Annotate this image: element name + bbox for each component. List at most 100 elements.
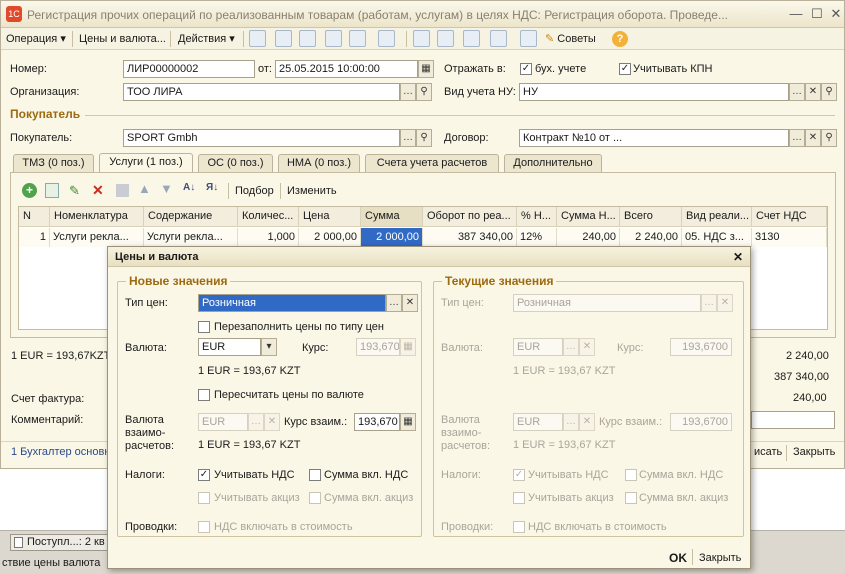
move-up-icon[interactable]: ▲ (138, 181, 151, 196)
excise-included-checkbox[interactable] (309, 492, 321, 504)
tab-additional[interactable]: Дополнительно (504, 154, 602, 172)
table-cell[interactable]: 3130 (752, 228, 827, 247)
cur-rate-field[interactable]: 193,6700 (670, 338, 732, 356)
select-ellipsis-icon[interactable]: … (386, 294, 402, 312)
table-cell[interactable]: 1,000 (238, 228, 299, 247)
delete-row-icon[interactable]: ✕ (92, 182, 104, 199)
actions-menu[interactable]: Действия ▾ (178, 31, 235, 47)
select-ellipsis-icon[interactable]: … (789, 129, 805, 147)
move-down-icon[interactable]: ▼ (160, 181, 173, 196)
tab-tmz[interactable]: ТМЗ (0 поз.) (13, 154, 94, 172)
clear-icon[interactable]: ✕ (402, 294, 418, 312)
column-header[interactable]: N (19, 207, 50, 227)
cur-settle-currency-field[interactable]: EUR (513, 413, 563, 431)
table-cell[interactable]: 2 000,00 (299, 228, 361, 247)
number-field[interactable]: ЛИР00000002 (123, 60, 255, 78)
search-icon[interactable]: ⚲ (821, 83, 837, 101)
sort-ascending-icon[interactable]: A↓ (183, 182, 195, 193)
tab-settlement-accounts[interactable]: Счета учета расчетов (365, 154, 499, 172)
clear-icon[interactable]: ✕ (579, 413, 595, 431)
close-button[interactable]: Закрыть (793, 446, 835, 458)
cur-price-type-field[interactable]: Розничная (513, 294, 701, 312)
tab-nma[interactable]: НМА (0 поз.) (278, 154, 360, 172)
select-ellipsis-icon[interactable]: … (701, 294, 717, 312)
select-ellipsis-icon[interactable]: … (248, 413, 264, 431)
column-header[interactable]: Сумма (361, 207, 423, 227)
column-header[interactable]: Номенклатура (50, 207, 144, 227)
taskbar-item[interactable]: Поступл...: 2 кв (10, 534, 110, 551)
advice-button[interactable]: ✎ Советы (545, 31, 596, 47)
contract-field[interactable]: Контракт №10 от ... (519, 129, 789, 147)
clear-icon[interactable]: ✕ (264, 413, 280, 431)
tab-services[interactable]: Услуги (1 поз.) (99, 153, 193, 173)
chevron-down-icon[interactable]: ▾ (261, 338, 277, 356)
change-button[interactable]: Изменить (287, 185, 337, 197)
vat-cost-checkbox[interactable] (198, 521, 210, 533)
dialog-close-icon[interactable]: ✕ (733, 250, 743, 264)
maximize-button[interactable]: ☐ (808, 6, 826, 22)
cur-vat-included-checkbox[interactable] (625, 469, 637, 481)
excise-checkbox[interactable] (198, 492, 210, 504)
edit-row-icon[interactable]: ✎ (69, 183, 80, 199)
vat-checkbox[interactable]: ✓ (198, 469, 210, 481)
sort-descending-icon[interactable]: Я↓ (206, 182, 218, 193)
operation-menu[interactable]: Операция ▾ (6, 31, 66, 47)
column-header[interactable]: Вид реали... (682, 207, 752, 227)
calculator-icon[interactable]: ▦ (400, 338, 416, 356)
list-icon[interactable] (437, 30, 454, 47)
vat-included-checkbox[interactable] (309, 469, 321, 481)
table-cell[interactable]: 387 340,00 (423, 228, 517, 247)
column-header[interactable]: Всего (620, 207, 682, 227)
prices-currency-button[interactable]: Цены и валюта... (79, 31, 166, 47)
calendar-icon[interactable]: ▦ (418, 60, 434, 78)
cur-currency-field[interactable]: EUR (513, 338, 563, 356)
cur-vat-checkbox[interactable]: ✓ (513, 469, 525, 481)
column-header[interactable]: Количес... (238, 207, 299, 227)
pick-button[interactable]: Подбор (235, 185, 274, 197)
dt-kt-icon[interactable] (463, 30, 480, 47)
column-header[interactable]: Счет НДС (752, 207, 827, 227)
cur-excise-included-checkbox[interactable] (625, 492, 637, 504)
settle-currency-field[interactable]: EUR (198, 413, 248, 431)
select-ellipsis-icon[interactable]: … (400, 129, 416, 147)
copy-row-icon[interactable] (45, 183, 59, 198)
ok-button[interactable]: OK (669, 551, 687, 565)
column-header[interactable]: Оборот по реа... (423, 207, 517, 227)
write-button[interactable]: исать (754, 446, 782, 458)
column-header[interactable]: Цена (299, 207, 361, 227)
settle-rate-field[interactable]: 193,670 (354, 413, 400, 431)
rate-field[interactable]: 193,670 (356, 338, 400, 356)
cur-vat-cost-checkbox[interactable] (513, 521, 525, 533)
fill-icon[interactable] (325, 30, 342, 47)
copy-document-icon[interactable] (299, 30, 316, 47)
search-icon[interactable]: ⚲ (821, 129, 837, 147)
table-cell[interactable]: 05. НДС з... (682, 228, 752, 247)
select-ellipsis-icon[interactable]: … (400, 83, 416, 101)
kpn-checkbox[interactable]: ✓ (619, 63, 631, 75)
comment-field[interactable] (751, 411, 835, 429)
column-header[interactable]: % Н... (517, 207, 557, 227)
column-header[interactable]: Содержание (144, 207, 238, 227)
clear-icon[interactable]: ✕ (805, 129, 821, 147)
table-cell[interactable]: 1 (19, 228, 50, 247)
properties-icon[interactable] (520, 30, 537, 47)
post-document-icon[interactable] (249, 30, 266, 47)
table-cell[interactable]: Услуги рекла... (144, 228, 238, 247)
structure-icon[interactable] (413, 30, 430, 47)
clear-icon[interactable]: ✕ (579, 338, 595, 356)
clear-icon[interactable]: ✕ (717, 294, 733, 312)
price-type-field[interactable]: Розничная (198, 294, 386, 312)
cur-settle-rate-field[interactable]: 193,6700 (670, 413, 732, 431)
dialog-close-button[interactable]: Закрыть (699, 552, 741, 564)
add-row-icon[interactable]: + (22, 183, 37, 198)
tab-os[interactable]: ОС (0 поз.) (198, 154, 273, 172)
select-ellipsis-icon[interactable]: … (563, 413, 579, 431)
buyer-field[interactable]: SPORT Gmbh (123, 129, 400, 147)
select-ellipsis-icon[interactable]: … (789, 83, 805, 101)
table-cell-selected[interactable]: 2 000,00 (361, 228, 423, 247)
column-header[interactable]: Сумма Н... (557, 207, 620, 227)
close-window-button[interactable]: ✕ (827, 6, 845, 22)
goto-icon[interactable] (378, 30, 395, 47)
minimize-button[interactable]: — (787, 6, 805, 22)
cur-excise-checkbox[interactable] (513, 492, 525, 504)
